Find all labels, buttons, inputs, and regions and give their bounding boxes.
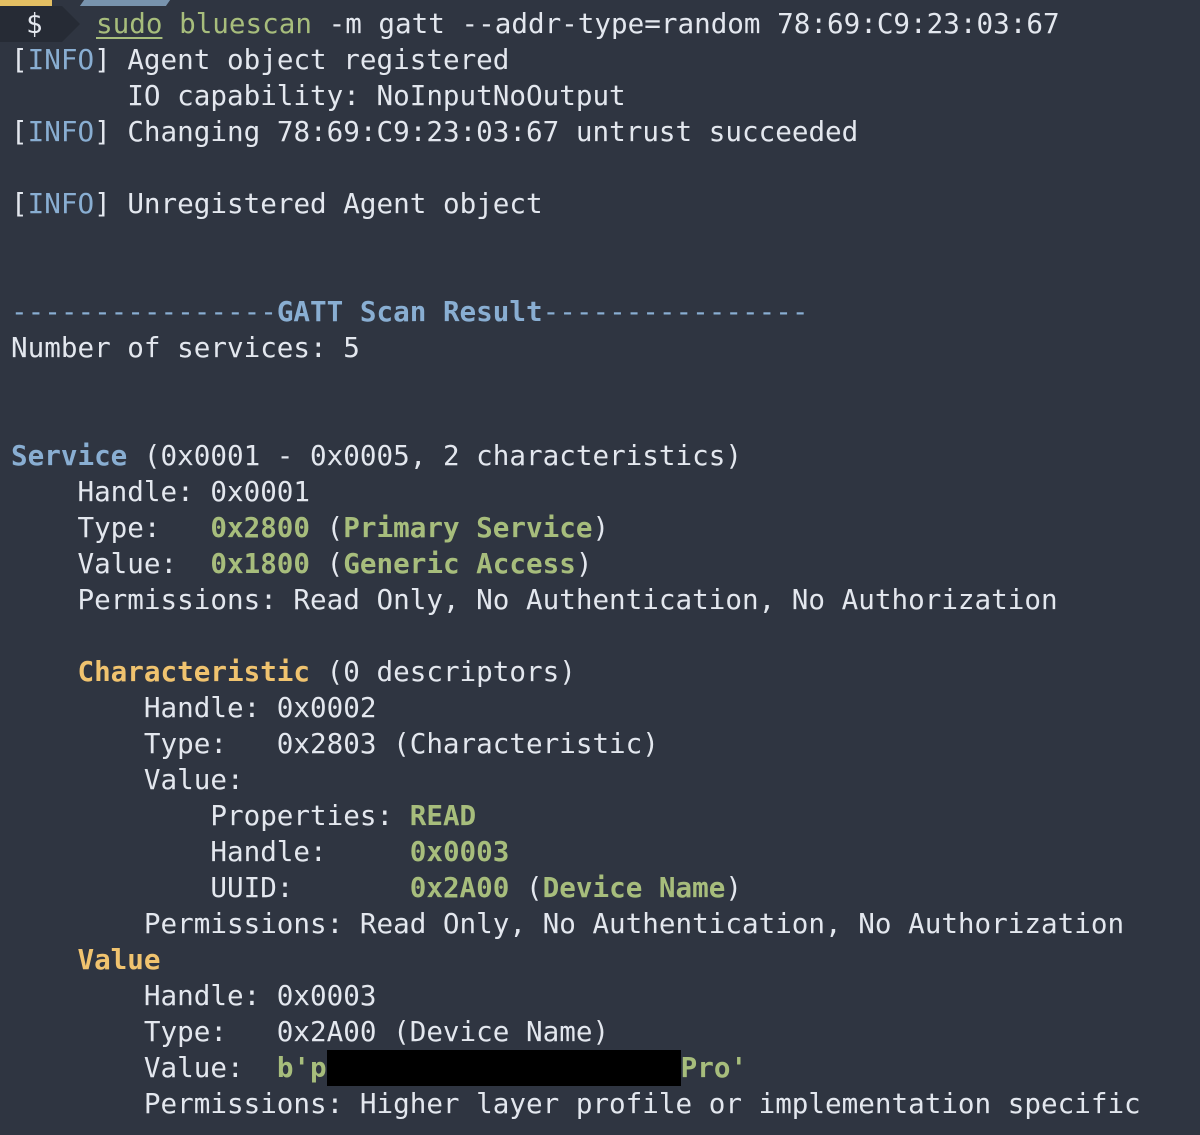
service-header: Service (0x0001 - 0x0005, 2 characterist… xyxy=(11,439,742,472)
command-arguments: -m gatt --addr-type=random 78:69:C9:23:0… xyxy=(311,7,1060,40)
value-handle: Handle: 0x0003 xyxy=(11,979,377,1012)
log-line-agent-registered: [INFO] Agent object registered xyxy=(11,43,510,76)
log-tag: INFO xyxy=(27,115,95,148)
prompt-line: $ sudo bluescan -m gatt --addr-type=rand… xyxy=(0,6,1200,42)
characteristic-properties: Properties: READ xyxy=(11,799,477,832)
service-type: Type: 0x2800 (Primary Service) xyxy=(11,511,610,544)
characteristic-value: Value: xyxy=(11,763,244,796)
command-program: bluescan xyxy=(179,7,312,40)
log-line-untrust: [INFO] Changing 78:69:C9:23:03:67 untrus… xyxy=(11,115,859,148)
log-line-io-capability: IO capability: NoInputNoOutput xyxy=(11,79,626,112)
service-handle: Handle: 0x0001 xyxy=(11,475,311,508)
prompt-arrow-icon xyxy=(62,6,80,42)
characteristic-value-handle: Handle: 0x0003 xyxy=(11,835,510,868)
services-count-line: Number of services: 5 xyxy=(11,331,360,364)
prompt-symbol: $ xyxy=(26,7,43,40)
command-sudo: sudo xyxy=(96,7,163,40)
service-value: Value: 0x1800 (Generic Access) xyxy=(11,547,593,580)
service-keyword: Service xyxy=(11,439,128,472)
characteristic-keyword: Characteristic xyxy=(77,655,311,688)
log-tag: INFO xyxy=(27,187,95,220)
characteristic-uuid: UUID: 0x2A00 (Device Name) xyxy=(11,871,743,904)
value-permissions: Permissions: Higher layer profile or imp… xyxy=(11,1087,1141,1120)
value-type: Type: 0x2A00 (Device Name) xyxy=(11,1015,610,1048)
characteristic-handle: Handle: 0x0002 xyxy=(11,691,377,724)
scan-result-title: GATT Scan Result xyxy=(276,295,543,328)
characteristic-type: Type: 0x2803 (Characteristic) xyxy=(11,727,659,760)
terminal-window[interactable]: $ sudo bluescan -m gatt --addr-type=rand… xyxy=(0,0,1200,1135)
service-permissions: Permissions: Read Only, No Authenticatio… xyxy=(11,583,1058,616)
value-value: Value: b'p Pro' xyxy=(11,1050,748,1086)
scan-result-header: ----------------GATT Scan Result--------… xyxy=(11,295,809,328)
command-input[interactable]: sudo bluescan -m gatt --addr-type=random… xyxy=(96,6,1060,42)
log-line-unregistered: [INFO] Unregistered Agent object xyxy=(11,187,543,220)
value-header: Value xyxy=(11,942,161,978)
services-count: 5 xyxy=(343,331,360,364)
redaction-box xyxy=(326,1050,681,1086)
log-tag: INFO xyxy=(27,43,95,76)
characteristic-permissions: Permissions: Read Only, No Authenticatio… xyxy=(11,907,1125,940)
characteristic-header: Characteristic (0 descriptors) xyxy=(77,655,576,688)
value-keyword: Value xyxy=(77,943,161,976)
